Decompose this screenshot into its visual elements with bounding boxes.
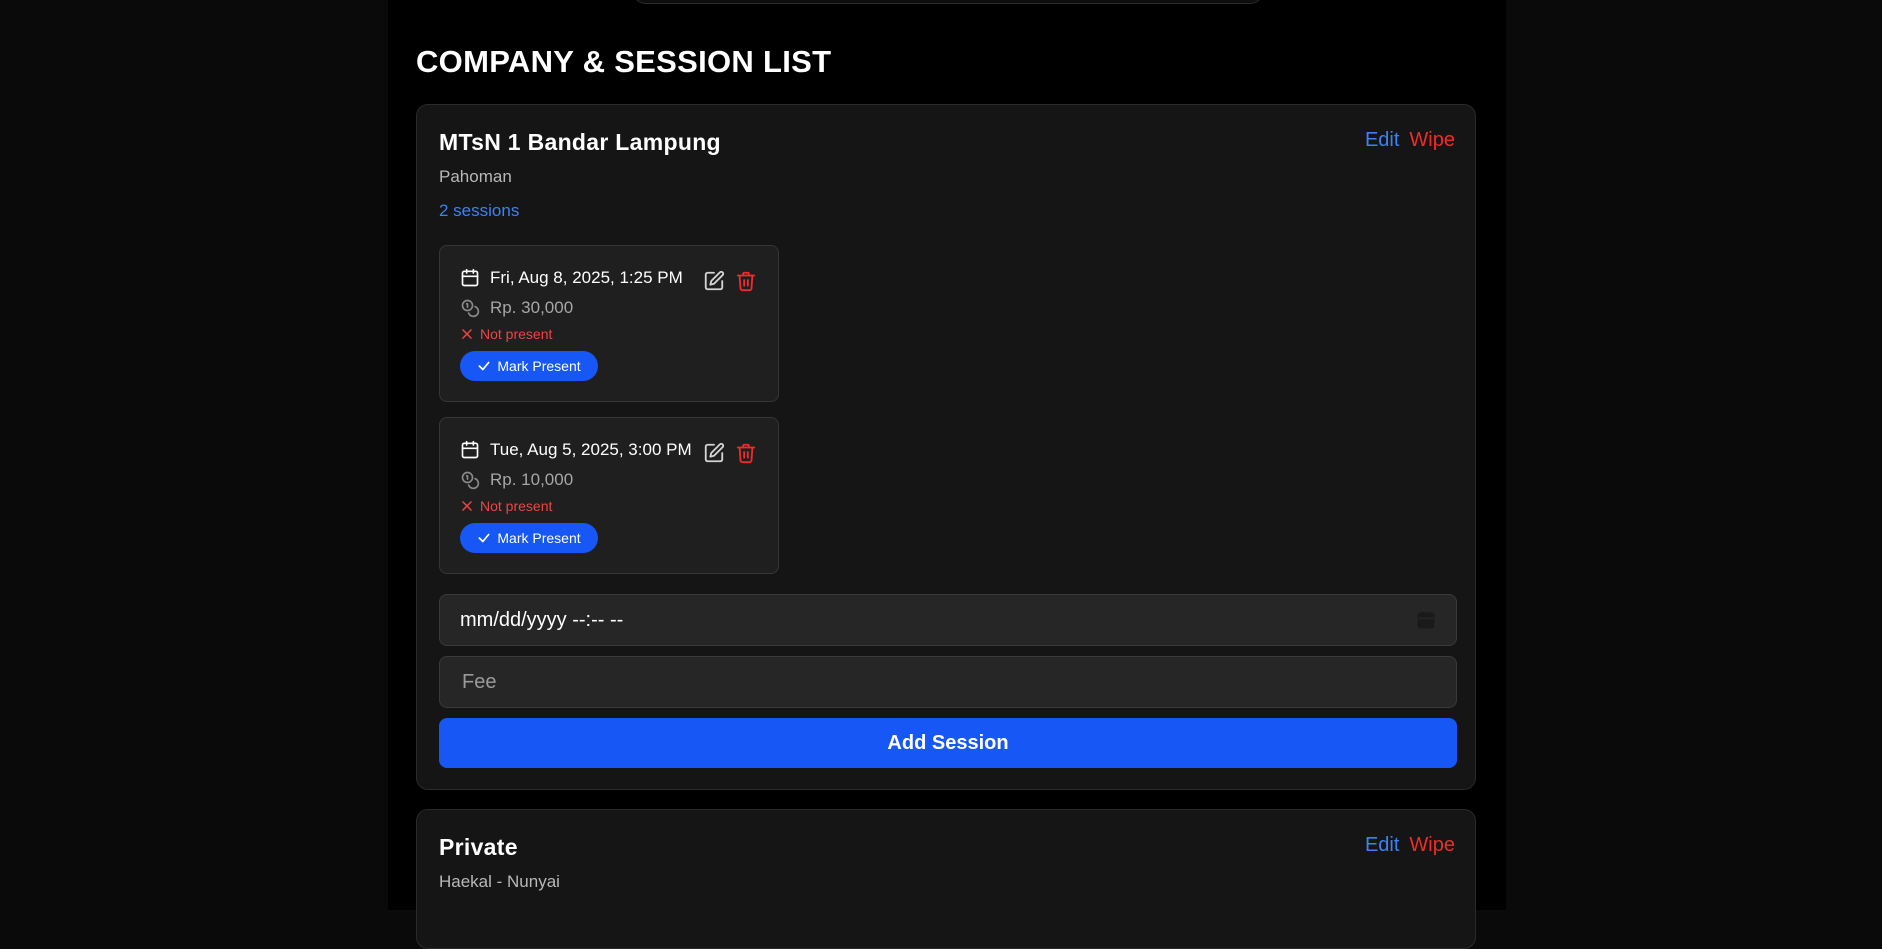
company-actions: Edit Wipe [1365, 834, 1455, 857]
session-count: 2 sessions [439, 201, 520, 220]
calendar-icon [461, 268, 479, 287]
fee-field[interactable] [439, 656, 1457, 708]
session-date-row: Fri, Aug 8, 2025, 1:25 PM [460, 268, 683, 288]
trash-icon[interactable] [735, 270, 757, 292]
session-datetime: Fri, Aug 8, 2025, 1:25 PM [490, 268, 683, 287]
trash-icon[interactable] [735, 442, 757, 464]
wipe-company-link[interactable]: Wipe [1409, 834, 1455, 857]
x-icon [462, 501, 472, 511]
company-location: Haekal - Nunyai [439, 872, 560, 891]
session-fee: Rp. 10,000 [490, 470, 574, 489]
session-status: Not present [480, 498, 553, 514]
coins-icon [461, 471, 480, 490]
session-card: Fri, Aug 8, 2025, 1:25 PM Rp. 30,000 Not… [439, 245, 779, 402]
company-card: MTsN 1 Bandar Lampung Pahoman 2 sessions… [416, 104, 1476, 790]
edit-icon[interactable] [703, 442, 725, 464]
add-session-button[interactable]: Add Session [439, 718, 1457, 768]
check-icon [478, 533, 490, 543]
x-icon [462, 329, 472, 339]
coins-icon [461, 299, 480, 318]
mark-present-label: Mark Present [497, 358, 581, 374]
page-title: COMPANY & SESSION LIST [416, 44, 832, 79]
session-status: Not present [480, 326, 553, 342]
mark-present-button[interactable]: Mark Present [460, 523, 598, 553]
company-name: Private [439, 834, 518, 860]
datetime-input-value: mm/dd/yyyy --:-- -- [460, 608, 624, 631]
check-icon [478, 361, 490, 371]
company-location: Pahoman [439, 167, 512, 186]
session-datetime-input[interactable]: mm/dd/yyyy --:-- -- [439, 594, 1457, 646]
calendar-picker-icon[interactable] [1416, 610, 1436, 630]
company-actions: Edit Wipe [1365, 129, 1455, 152]
mark-present-button[interactable]: Mark Present [460, 351, 598, 381]
edit-icon[interactable] [703, 270, 725, 292]
top-panel-edge [632, 0, 1264, 4]
session-fee-row: Rp. 10,000 [460, 470, 573, 490]
session-card: Tue, Aug 5, 2025, 3:00 PM Rp. 10,000 Not… [439, 417, 779, 574]
mark-present-label: Mark Present [497, 530, 581, 546]
wipe-company-link[interactable]: Wipe [1409, 129, 1455, 152]
session-datetime: Tue, Aug 5, 2025, 3:00 PM [490, 440, 692, 459]
session-status-row: Not present [460, 326, 552, 342]
session-fee: Rp. 30,000 [490, 298, 574, 317]
company-name: MTsN 1 Bandar Lampung [439, 129, 721, 155]
session-date-row: Tue, Aug 5, 2025, 3:00 PM [460, 440, 692, 460]
calendar-icon [461, 440, 479, 459]
fee-input[interactable] [460, 669, 1436, 695]
edit-company-link[interactable]: Edit [1365, 834, 1399, 857]
edit-company-link[interactable]: Edit [1365, 129, 1399, 152]
company-card: Private Haekal - Nunyai Edit Wipe [416, 809, 1476, 949]
session-fee-row: Rp. 30,000 [460, 298, 573, 318]
session-status-row: Not present [460, 498, 552, 514]
